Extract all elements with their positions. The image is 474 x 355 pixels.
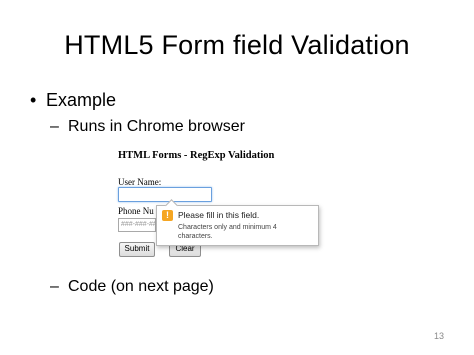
page-number: 13 <box>433 331 444 341</box>
browser-demo-screenshot: HTML Forms - RegExp Validation User Name… <box>118 150 328 260</box>
user-name-input[interactable] <box>118 187 212 202</box>
bullet-marker: • <box>30 90 37 110</box>
bullet-example: • Example <box>30 90 116 111</box>
warning-icon: ! <box>162 210 173 221</box>
validation-tooltip: ! Please fill in this field. Characters … <box>156 199 319 246</box>
phone-number-label: Phone Number: <box>118 206 154 216</box>
user-name-label: User Name: <box>118 177 162 187</box>
dash-marker: – <box>50 278 59 295</box>
slide-title: HTML5 Form field Validation <box>64 30 410 60</box>
tooltip-detail: Characters only and minimum 4 characters… <box>178 224 277 240</box>
sub-bullet-code: – Code (on next page) <box>50 278 214 296</box>
sub-bullet-chrome: – Runs in Chrome browser <box>50 118 245 136</box>
phone-placeholder: ###-###-#### <box>121 221 155 228</box>
demo-heading: HTML Forms - RegExp Validation <box>118 150 275 161</box>
bullet-example-text: Example <box>46 90 117 110</box>
sub-bullet-chrome-text: Runs in Chrome browser <box>68 118 245 135</box>
submit-button[interactable]: Submit <box>119 242 155 257</box>
phone-number-input[interactable]: ###-###-#### <box>118 218 156 232</box>
tooltip-message: Please fill in this field. <box>178 210 260 220</box>
dash-marker: – <box>50 118 59 135</box>
sub-bullet-code-text: Code (on next page) <box>68 278 214 295</box>
